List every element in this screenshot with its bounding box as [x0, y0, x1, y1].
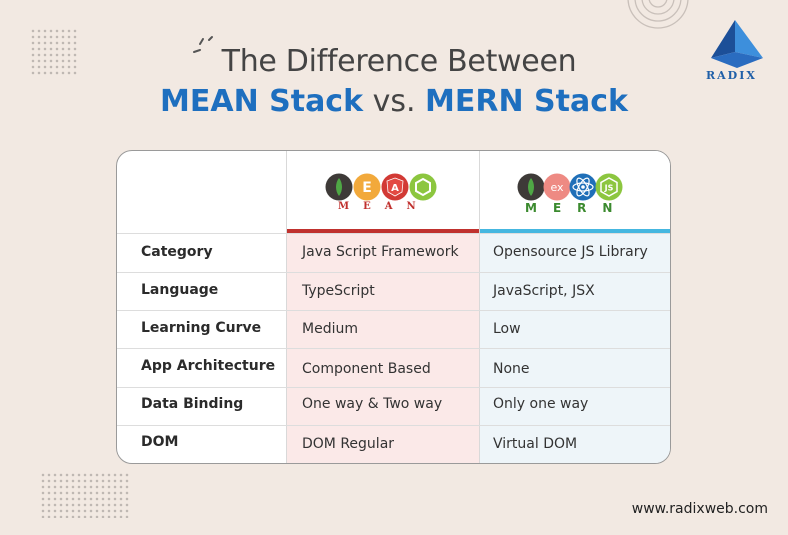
angular-a-icon: A	[381, 173, 409, 201]
row-divider	[117, 233, 670, 234]
row-app-architecture-mean: Component Based	[302, 361, 431, 377]
row-divider	[117, 272, 670, 273]
vs-text: vs.	[363, 84, 426, 119]
react-atom-icon	[569, 173, 597, 201]
row-data-binding-label: Data Binding	[141, 396, 244, 412]
page-title-line1: The Difference Between	[221, 44, 577, 79]
svg-text:ex: ex	[550, 181, 564, 194]
column-divider	[479, 151, 480, 463]
row-learning-curve-mean: Medium	[302, 321, 358, 337]
row-data-binding-mern: Only one way	[493, 396, 589, 412]
mern-letters: MERN	[525, 201, 629, 215]
express-e-icon: E	[353, 173, 381, 201]
column-divider	[286, 151, 287, 463]
row-language-mean: TypeScript	[302, 283, 375, 299]
svg-text:A: A	[391, 183, 399, 194]
row-divider	[117, 348, 670, 349]
row-divider	[117, 425, 670, 426]
row-language-label: Language	[141, 282, 219, 298]
row-category-mern: Opensource JS Library	[493, 244, 648, 260]
page-title-line2: MEAN Stack vs. MERN Stack	[0, 84, 788, 119]
mean-stack-title: MEAN Stack	[160, 84, 364, 119]
row-data-binding-mean: One way & Two way	[302, 396, 443, 412]
row-app-architecture-mern: None	[493, 361, 530, 377]
mongodb-leaf-icon	[517, 173, 545, 201]
row-divider	[117, 387, 670, 388]
row-dom-mean: DOM Regular	[302, 436, 395, 452]
svg-text:JS: JS	[604, 184, 614, 193]
nodejs-js-icon: JS	[595, 173, 623, 201]
dot-pattern-bottom-left	[40, 472, 130, 518]
row-learning-curve-mern: Low	[493, 321, 521, 337]
row-divider	[117, 310, 670, 311]
mean-letters: MEAN	[338, 201, 430, 212]
express-ex-icon: ex	[543, 173, 571, 201]
mongodb-leaf-icon	[325, 173, 353, 201]
row-category-label: Category	[141, 244, 213, 260]
row-dom-label: DOM	[141, 434, 179, 450]
comparison-table: E A MEAN ex JS MERN Category Java Script…	[116, 150, 671, 464]
row-language-mern: JavaScript, JSX	[493, 283, 595, 299]
concentric-circles-decoration	[627, 0, 689, 29]
website-url: www.radixweb.com	[631, 501, 768, 517]
mern-stack-title: MERN Stack	[425, 84, 628, 119]
svg-text:E: E	[362, 180, 372, 196]
nodejs-hex-icon	[409, 173, 437, 201]
row-category-mean: Java Script Framework	[302, 244, 459, 260]
row-dom-mern: Virtual DOM	[493, 436, 578, 452]
row-app-architecture-label: App Architecture	[141, 358, 276, 374]
row-learning-curve-label: Learning Curve	[141, 320, 262, 336]
